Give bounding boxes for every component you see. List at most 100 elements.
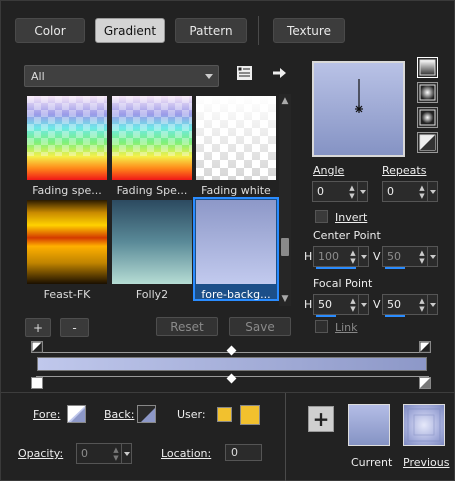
tab-pattern[interactable]: Pattern xyxy=(175,18,247,43)
tab-color-label: Color xyxy=(34,23,66,38)
tab-texture-label: Texture xyxy=(287,23,331,38)
chevron-down-icon[interactable] xyxy=(357,182,367,201)
repeats-spinbox[interactable]: 0 ▲ ▼ xyxy=(382,181,438,202)
library-scrollbar[interactable]: ▲ ▼ xyxy=(279,94,291,306)
back-swatch-icon xyxy=(138,406,155,422)
remove-gradient-label: - xyxy=(72,320,77,335)
gradient-thumbnail xyxy=(27,96,107,180)
scroll-down-icon[interactable]: ▼ xyxy=(279,294,291,304)
material-properties-dialog: Color Gradient Pattern Texture All Fadin… xyxy=(0,0,455,481)
remove-gradient-button[interactable]: - xyxy=(60,318,89,337)
chevron-down-icon[interactable] xyxy=(427,247,437,266)
opacity-stop-start[interactable] xyxy=(31,341,43,353)
gradient-tile-label: Fading Spe... xyxy=(116,184,188,197)
focal-v-label: V xyxy=(373,298,381,311)
center-v-spinbox[interactable]: 50 ▲ ▼ xyxy=(382,246,438,269)
gradient-tile-label: Fading spe... xyxy=(32,184,102,197)
focal-h-value: 50 xyxy=(318,298,332,311)
opacity-spinbox[interactable]: 0 ▲ ▼ xyxy=(76,443,132,464)
gradient-editor-bar[interactable] xyxy=(37,357,427,371)
link-checkbox[interactable] xyxy=(315,320,328,333)
tab-texture[interactable]: Texture xyxy=(273,18,345,43)
back-swatch[interactable] xyxy=(137,405,156,423)
location-label: Location: xyxy=(161,447,212,460)
add-to-swatches-button[interactable]: + xyxy=(308,406,334,432)
arrow-right-icon xyxy=(273,68,286,78)
gradient-tile-label: Folly2 xyxy=(135,288,169,301)
focal-h-spinbox[interactable]: 50 ▲ ▼ xyxy=(313,294,369,317)
gradient-library: Fading spe... Fading Spe... Fading white… xyxy=(23,94,279,304)
category-select[interactable]: All xyxy=(24,65,219,87)
focal-v-value: 50 xyxy=(387,298,401,311)
tab-gradient-label: Gradient xyxy=(103,23,157,38)
spin-arrows-icon[interactable]: ▲ ▼ xyxy=(417,295,427,314)
gradient-thumbnail xyxy=(112,200,192,284)
radial-style-button[interactable] xyxy=(417,107,438,128)
focal-h-label: H xyxy=(304,298,313,311)
focal-v-spinbox[interactable]: 50 ▲ ▼ xyxy=(382,294,438,317)
rectangular-style-button[interactable] xyxy=(417,82,438,103)
user-swatch-2[interactable] xyxy=(240,405,260,425)
category-select-value: All xyxy=(31,69,45,83)
gradient-preview[interactable] xyxy=(312,61,405,157)
center-h-spinbox[interactable]: 100 ▲ ▼ xyxy=(313,246,369,269)
previous-swatch[interactable] xyxy=(403,404,445,446)
focal-h-slider[interactable] xyxy=(316,315,336,317)
opacity-label: Opacity: xyxy=(18,447,64,460)
location-input[interactable]: 0 xyxy=(225,444,262,461)
rectangular-style-icon xyxy=(419,84,436,101)
focal-point-label: Focal Point xyxy=(313,277,373,290)
spin-arrows-icon[interactable]: ▲ ▼ xyxy=(111,444,121,463)
repeats-value: 0 xyxy=(387,185,394,198)
gradient-thumbnail xyxy=(196,200,276,284)
center-v-slider[interactable] xyxy=(385,267,405,269)
gradient-thumbnail xyxy=(27,200,107,284)
linear-style-button[interactable] xyxy=(417,57,438,78)
angle-label: Angle xyxy=(313,164,345,177)
add-gradient-button[interactable]: + xyxy=(25,318,51,337)
fore-label: Fore: xyxy=(33,408,61,421)
chevron-down-icon[interactable] xyxy=(358,247,368,266)
gradient-menu-button[interactable] xyxy=(271,64,289,82)
list-view-button[interactable] xyxy=(235,64,253,82)
spin-arrows-icon[interactable]: ▲ ▼ xyxy=(417,247,427,266)
spin-arrows-icon[interactable]: ▲ ▼ xyxy=(417,182,427,201)
previous-swatch-pattern xyxy=(407,408,441,442)
gradient-thumbnail xyxy=(112,96,192,180)
scroll-up-icon[interactable]: ▲ xyxy=(279,96,291,106)
fore-swatch[interactable] xyxy=(67,405,86,423)
chevron-down-icon[interactable] xyxy=(427,295,437,314)
list-view-icon xyxy=(236,66,252,80)
center-h-slider[interactable] xyxy=(316,267,356,269)
spin-arrows-icon[interactable]: ▲ ▼ xyxy=(348,295,358,314)
radial-style-icon xyxy=(419,109,436,126)
tab-color[interactable]: Color xyxy=(15,18,85,43)
save-button[interactable]: Save xyxy=(229,317,291,336)
bottom-divider xyxy=(285,393,286,481)
previous-label: Previous xyxy=(403,456,450,469)
reset-label: Reset xyxy=(170,319,204,334)
current-swatch[interactable] xyxy=(348,404,390,446)
fore-swatch-icon xyxy=(68,406,85,422)
scrollbar-thumb[interactable] xyxy=(281,238,289,256)
spin-arrows-icon[interactable]: ▲ ▼ xyxy=(348,247,358,266)
sunburst-style-button[interactable] xyxy=(417,132,438,153)
tab-gradient[interactable]: Gradient xyxy=(95,18,165,43)
opacity-stop-end[interactable] xyxy=(419,341,431,353)
color-stop-start[interactable] xyxy=(31,377,43,389)
chevron-down-icon[interactable] xyxy=(427,182,437,201)
reset-button[interactable]: Reset xyxy=(156,317,218,336)
chevron-down-icon[interactable] xyxy=(121,444,131,463)
user-swatch-1[interactable] xyxy=(217,407,232,422)
color-stop-end[interactable] xyxy=(419,377,431,389)
angle-handle-icon xyxy=(355,79,363,113)
opacity-value: 0 xyxy=(81,447,88,460)
chevron-down-icon[interactable] xyxy=(358,295,368,314)
opacity-midpoint[interactable] xyxy=(226,345,237,356)
add-gradient-label: + xyxy=(32,320,44,335)
angle-spinbox[interactable]: 0 ▲ ▼ xyxy=(312,181,368,202)
invert-checkbox[interactable] xyxy=(315,210,328,223)
spin-arrows-icon[interactable]: ▲ ▼ xyxy=(347,182,357,201)
focal-v-slider[interactable] xyxy=(385,315,405,317)
sunburst-style-icon xyxy=(419,134,436,151)
